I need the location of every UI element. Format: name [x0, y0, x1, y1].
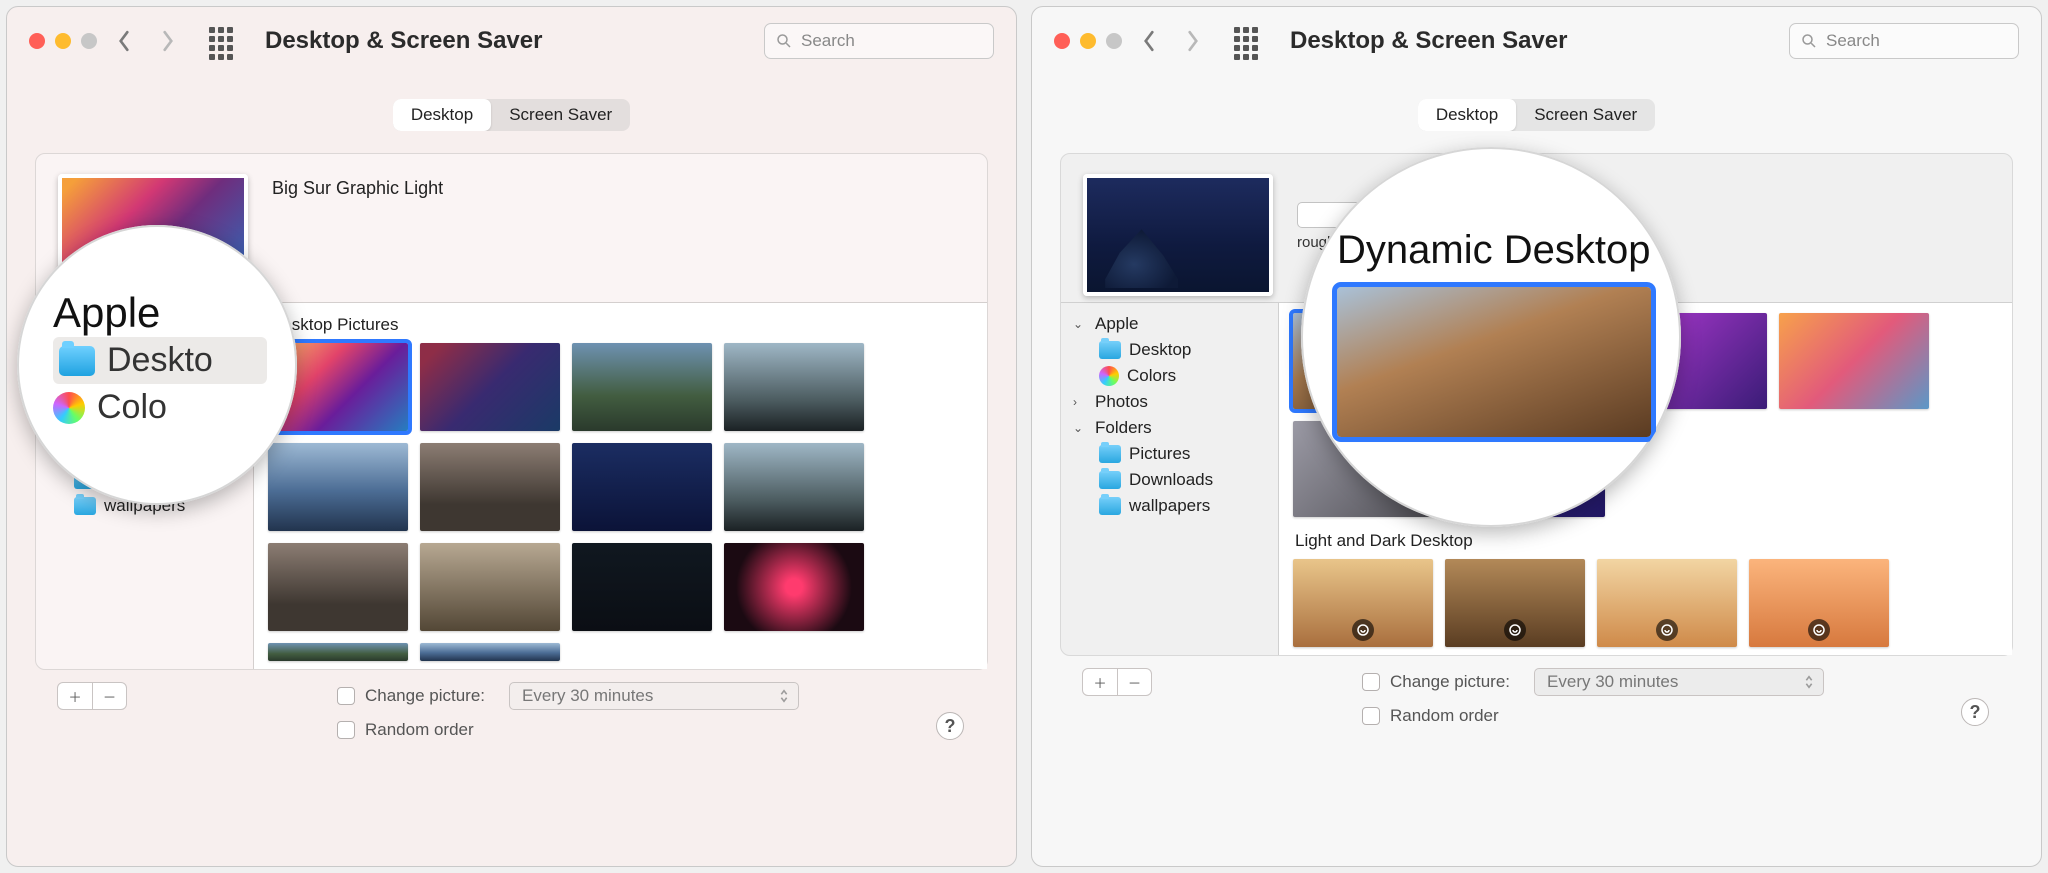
interval-select[interactable]: Every 30 minutes: [509, 682, 799, 710]
titlebar: Desktop & Screen Saver Search: [1032, 7, 2041, 75]
forward-button[interactable]: [1176, 24, 1210, 58]
sidebar-item-pictures[interactable]: Pictures: [1069, 441, 1272, 467]
sidebar-item-apple[interactable]: ⌄Apple: [1069, 311, 1272, 337]
change-picture-checkbox[interactable]: [1362, 673, 1380, 691]
folder-icon: [1099, 497, 1121, 515]
search-input[interactable]: Search: [764, 23, 994, 59]
remove-folder-button[interactable]: －: [1117, 669, 1151, 695]
download-icon[interactable]: [1352, 619, 1374, 641]
bottom-bar: ＋ － Change picture: Every 30 minutes Ran…: [1060, 656, 2013, 742]
remove-folder-button[interactable]: －: [92, 683, 126, 709]
back-button[interactable]: [107, 24, 141, 58]
search-input[interactable]: Search: [1789, 23, 2019, 59]
change-picture-label: Change picture:: [365, 686, 485, 706]
help-button[interactable]: ?: [936, 712, 964, 740]
tab-bar: Desktop Screen Saver: [35, 99, 988, 131]
color-wheel-icon: [53, 392, 85, 424]
sidebar-item-colors[interactable]: Colors: [1069, 363, 1272, 389]
download-icon[interactable]: [1504, 619, 1526, 641]
wallpaper-name: Big Sur Graphic Light: [272, 178, 965, 199]
window-title: Desktop & Screen Saver: [1290, 27, 1567, 55]
folder-icon: [1099, 471, 1121, 489]
wallpaper-thumb[interactable]: [1749, 559, 1889, 647]
tab-screensaver[interactable]: Screen Saver: [1516, 99, 1655, 131]
sidebar-item-downloads[interactable]: Downloads: [1069, 467, 1272, 493]
bottom-bar: ＋ － Change picture: Every 30 minutes Ran…: [35, 670, 988, 756]
search-placeholder: Search: [801, 31, 855, 51]
window-controls: [1054, 33, 1122, 49]
random-order-label: Random order: [365, 720, 474, 740]
wallpaper-thumb[interactable]: [420, 343, 560, 431]
all-prefs-icon[interactable]: [1234, 27, 1262, 55]
magnifier-thumb: [1337, 287, 1651, 437]
minimize-icon[interactable]: [1080, 33, 1096, 49]
wallpaper-thumb[interactable]: [724, 343, 864, 431]
wallpaper-thumb[interactable]: [268, 643, 408, 661]
wallpaper-thumb[interactable]: [572, 443, 712, 531]
tab-bar: Desktop Screen Saver: [1060, 99, 2013, 131]
wallpaper-thumb[interactable]: [268, 443, 408, 531]
maximize-icon: [81, 33, 97, 49]
wallpaper-thumb[interactable]: [724, 443, 864, 531]
folder-icon: [74, 497, 96, 515]
download-icon[interactable]: [1808, 619, 1830, 641]
minimize-icon[interactable]: [55, 33, 71, 49]
wallpaper-thumb[interactable]: [724, 543, 864, 631]
wallpaper-thumb[interactable]: [1597, 559, 1737, 647]
help-button[interactable]: ?: [1961, 698, 1989, 726]
add-folder-button[interactable]: ＋: [1083, 669, 1117, 695]
back-button[interactable]: [1132, 24, 1166, 58]
random-order-checkbox[interactable]: [1362, 707, 1380, 725]
search-placeholder: Search: [1826, 31, 1880, 51]
folder-icon: [1099, 341, 1121, 359]
sidebar-item-desktop-pictures[interactable]: Desktop: [1069, 337, 1272, 363]
download-icon[interactable]: [1656, 619, 1678, 641]
wallpaper-thumb[interactable]: [420, 643, 560, 661]
folder-icon: [59, 346, 95, 376]
sidebar-item-photos[interactable]: ›Photos: [1069, 389, 1272, 415]
wallpaper-thumb[interactable]: [420, 543, 560, 631]
wallpaper-thumb[interactable]: [1779, 313, 1929, 409]
forward-button[interactable]: [151, 24, 185, 58]
maximize-icon: [1106, 33, 1122, 49]
color-wheel-icon: [1099, 366, 1119, 386]
random-order-label: Random order: [1390, 706, 1499, 726]
magnifier-overlay: Dynamic Desktop: [1301, 147, 1681, 527]
wallpaper-gallery: Desktop Pictures: [254, 303, 987, 669]
close-icon[interactable]: [29, 33, 45, 49]
sidebar-item-folders[interactable]: ⌄Folders: [1069, 415, 1272, 441]
add-folder-button[interactable]: ＋: [58, 683, 92, 709]
wallpaper-thumb[interactable]: [572, 543, 712, 631]
prefs-window-left: Desktop & Screen Saver Search Desktop Sc…: [6, 6, 1017, 867]
wallpaper-thumb[interactable]: [420, 443, 560, 531]
magnifier-title: Dynamic Desktop: [1337, 228, 1651, 287]
change-picture-checkbox[interactable]: [337, 687, 355, 705]
random-order-checkbox[interactable]: [337, 721, 355, 739]
window-controls: [29, 33, 97, 49]
window-title: Desktop & Screen Saver: [265, 27, 542, 55]
magnifier-overlay: Apple Deskto Colo: [17, 225, 297, 505]
source-sidebar: ⌄Apple Desktop Colors ›Photos ⌄Folders P…: [1061, 303, 1279, 655]
tab-screensaver[interactable]: Screen Saver: [491, 99, 630, 131]
close-icon[interactable]: [1054, 33, 1070, 49]
wallpaper-thumb[interactable]: [572, 343, 712, 431]
gallery-header: Desktop Pictures: [268, 311, 973, 343]
add-remove-group: ＋ －: [1082, 668, 1152, 696]
tab-desktop[interactable]: Desktop: [393, 99, 491, 131]
wallpaper-thumb[interactable]: [1445, 559, 1585, 647]
interval-select[interactable]: Every 30 minutes: [1534, 668, 1824, 696]
titlebar: Desktop & Screen Saver Search: [7, 7, 1016, 75]
magnifier-apple: Apple: [53, 289, 267, 337]
change-picture-label: Change picture:: [1390, 672, 1510, 692]
folder-icon: [1099, 445, 1121, 463]
all-prefs-icon[interactable]: [209, 27, 237, 55]
section-header-light-dark: Light and Dark Desktop: [1293, 527, 1998, 559]
tab-desktop[interactable]: Desktop: [1418, 99, 1516, 131]
prefs-window-right: Desktop & Screen Saver Search Desktop Sc…: [1031, 6, 2042, 867]
add-remove-group: ＋ －: [57, 682, 127, 710]
wallpaper-thumb[interactable]: [268, 543, 408, 631]
current-wallpaper-preview: [1083, 174, 1273, 296]
wallpaper-thumb[interactable]: [1293, 559, 1433, 647]
sidebar-item-wallpapers[interactable]: wallpapers: [1069, 493, 1272, 519]
